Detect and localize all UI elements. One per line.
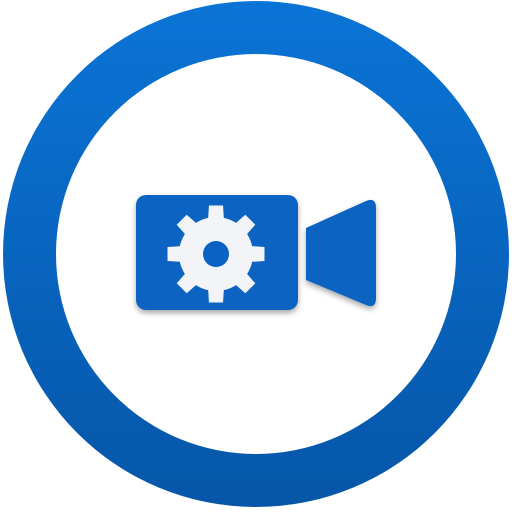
app-icon[interactable]	[0, 0, 512, 512]
gear-icon	[167, 205, 265, 303]
gear-hole	[203, 241, 229, 267]
video-camera-settings-icon	[3, 1, 509, 507]
